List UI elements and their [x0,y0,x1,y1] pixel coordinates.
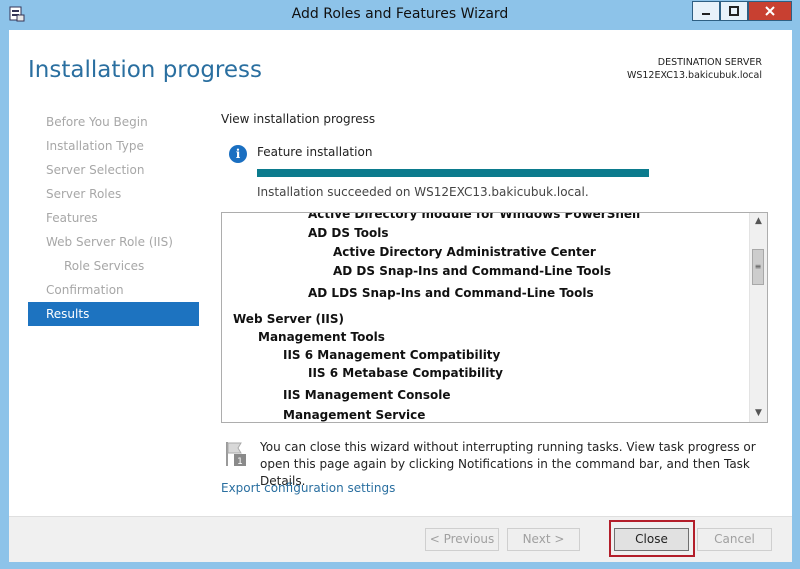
window-title: Add Roles and Features Wizard [291,6,509,22]
destination-label: DESTINATION SERVER [657,57,762,68]
wizard-header: Installation progress DESTINATION SERVER… [9,30,792,110]
wizard-nav: Before You Begin Installation Type Serve… [28,110,199,326]
nav-item-before-you-begin: Before You Begin [46,115,148,129]
list-item: IIS 6 Metabase Compatibility [308,366,503,380]
nav-item-role-services: Role Services [64,259,145,273]
next-button[interactable]: Next > [507,528,580,551]
list-item: AD DS Snap-Ins and Command-Line Tools [333,264,612,278]
nav-item-results[interactable]: Results [28,302,199,326]
nav-item-confirmation: Confirmation [46,283,124,297]
list-item: AD LDS Snap-Ins and Command-Line Tools [308,286,594,300]
list-item: AD DS Tools [308,226,389,240]
installation-status-text: Installation succeeded on WS12EXC13.baki… [257,185,589,199]
installed-features-list[interactable]: Active Directory module for Windows Powe… [221,212,768,423]
maximize-button[interactable] [720,1,748,21]
close-window-button[interactable] [748,1,792,21]
scroll-down-arrow-icon[interactable]: ▼ [750,405,767,422]
export-configuration-link[interactable]: Export configuration settings [221,481,395,495]
nav-item-installation-type: Installation Type [46,139,144,153]
close-icon [765,6,775,16]
list-item: IIS Management Console [283,388,451,402]
nav-item-server-selection: Server Selection [46,163,145,177]
maximize-icon [729,6,739,16]
progress-fill [257,169,649,177]
flag-notification-icon: 1 [226,442,246,467]
wizard-client-area: Installation progress DESTINATION SERVER… [9,30,792,562]
list-item: IIS 6 Management Compatibility [283,348,501,362]
list-item: Active Directory Administrative Center [333,245,596,259]
destination-server-block: DESTINATION SERVER WS12EXC13.bakicubuk.l… [627,56,762,82]
nav-item-web-server-role: Web Server Role (IIS) [46,235,173,249]
cancel-button[interactable]: Cancel [697,528,772,551]
nav-item-server-roles: Server Roles [46,187,122,201]
wizard-window: Add Roles and Features Wizard Installati… [0,0,800,569]
title-bar[interactable]: Add Roles and Features Wizard [0,0,800,30]
scroll-thumb[interactable]: ≡ [752,249,764,285]
notification-badge-text: 1 [237,457,243,467]
feature-installation-label: Feature installation [257,145,373,159]
info-icon: i [229,145,247,163]
section-heading: View installation progress [221,112,376,126]
close-button[interactable]: Close [614,528,689,551]
list-item: Management Service [283,408,426,422]
installation-progress-bar [257,169,649,177]
minimize-button[interactable] [692,1,720,21]
destination-server-name: WS12EXC13.bakicubuk.local [626,70,762,81]
nav-item-features: Features [46,211,98,225]
page-title: Installation progress [28,57,262,83]
scroll-up-arrow-icon[interactable]: ▲ [750,213,767,230]
list-item: Active Directory module for Windows Powe… [308,212,641,221]
wizard-footer: < Previous Next > Close Cancel [9,516,792,562]
list-item: Management Tools [258,330,385,344]
list-item: Web Server (IIS) [233,312,345,326]
minimize-icon [702,13,710,15]
previous-button[interactable]: < Previous [425,528,499,551]
list-scrollbar[interactable]: ▲ ≡ ▼ [749,213,767,422]
